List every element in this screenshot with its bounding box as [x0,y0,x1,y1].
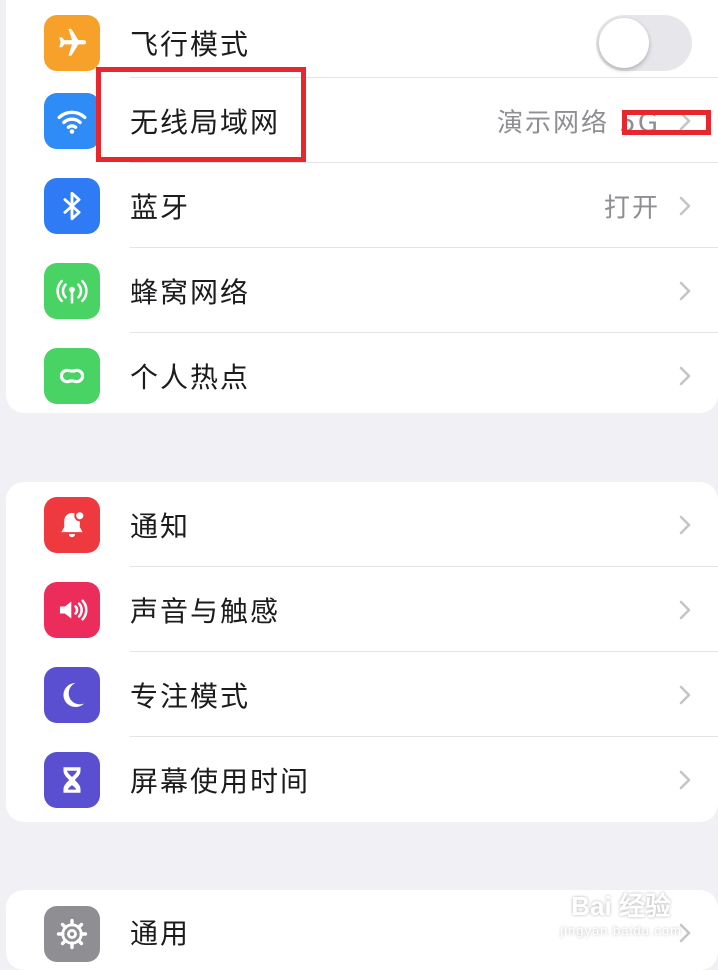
settings-row-wifi[interactable]: 无线局域网 演示网络 5G [6,78,718,163]
chevron-right-icon [679,366,691,385]
hotspot-icon [44,347,100,404]
bell-icon [44,496,100,553]
watermark-sub-text: jingyan.baidu.com [560,923,682,938]
notification-settings-group: 通知 声音与触感 专注模式 屏幕使用时间 [6,482,718,822]
gear-icon [44,906,100,962]
settings-row-bluetooth[interactable]: 蓝牙 打开 [6,163,718,248]
toggle-knob [599,18,649,68]
settings-row-value: 演示网络 5G [497,108,660,138]
settings-row-cellular[interactable]: 蜂窝网络 [6,248,718,333]
settings-row-label: 通用 [130,917,191,950]
connectivity-settings-group: 飞行模式 无线局域网 演示网络 5G 蓝牙 打开 蜂窝网络 个人热点 [6,0,718,413]
chevron-right-icon [679,515,691,534]
settings-row-sounds-haptics[interactable]: 声音与触感 [6,567,718,652]
baidu-jingyan-watermark: Bai 经验 jingyan.baidu.com [560,886,682,938]
settings-row-label: 蜂窝网络 [130,275,251,309]
settings-row-personal-hotspot[interactable]: 个人热点 [6,333,718,413]
wifi-icon [44,92,100,149]
settings-row-label: 专注模式 [130,679,251,713]
chevron-right-icon [679,111,691,130]
moon-icon [44,666,100,723]
settings-row-label: 个人热点 [130,360,251,394]
chevron-right-icon [679,685,691,704]
settings-row-label: 飞行模式 [130,28,251,61]
chevron-right-icon [679,196,691,215]
airplane-mode-toggle[interactable] [596,15,692,71]
settings-row-value: 打开 [603,193,660,223]
chevron-right-icon [679,770,691,789]
settings-row-label: 通知 [130,509,191,543]
hourglass-icon [44,751,100,808]
settings-row-screen-time[interactable]: 屏幕使用时间 [6,737,718,822]
watermark-main-text: Bai 经验 [571,891,671,921]
airplane-icon [44,15,100,71]
settings-row-focus[interactable]: 专注模式 [6,652,718,737]
settings-row-label: 蓝牙 [130,190,191,224]
settings-row-notifications[interactable]: 通知 [6,482,718,567]
settings-row-label: 声音与触感 [130,594,281,628]
settings-row-label: 屏幕使用时间 [130,764,311,798]
settings-row-airplane-mode[interactable]: 飞行模式 [6,0,718,78]
cellular-icon [44,262,100,319]
speaker-icon [44,581,100,638]
bluetooth-icon [44,177,100,234]
chevron-right-icon [679,600,691,619]
chevron-right-icon [679,281,691,300]
settings-row-label: 无线局域网 [130,105,281,139]
